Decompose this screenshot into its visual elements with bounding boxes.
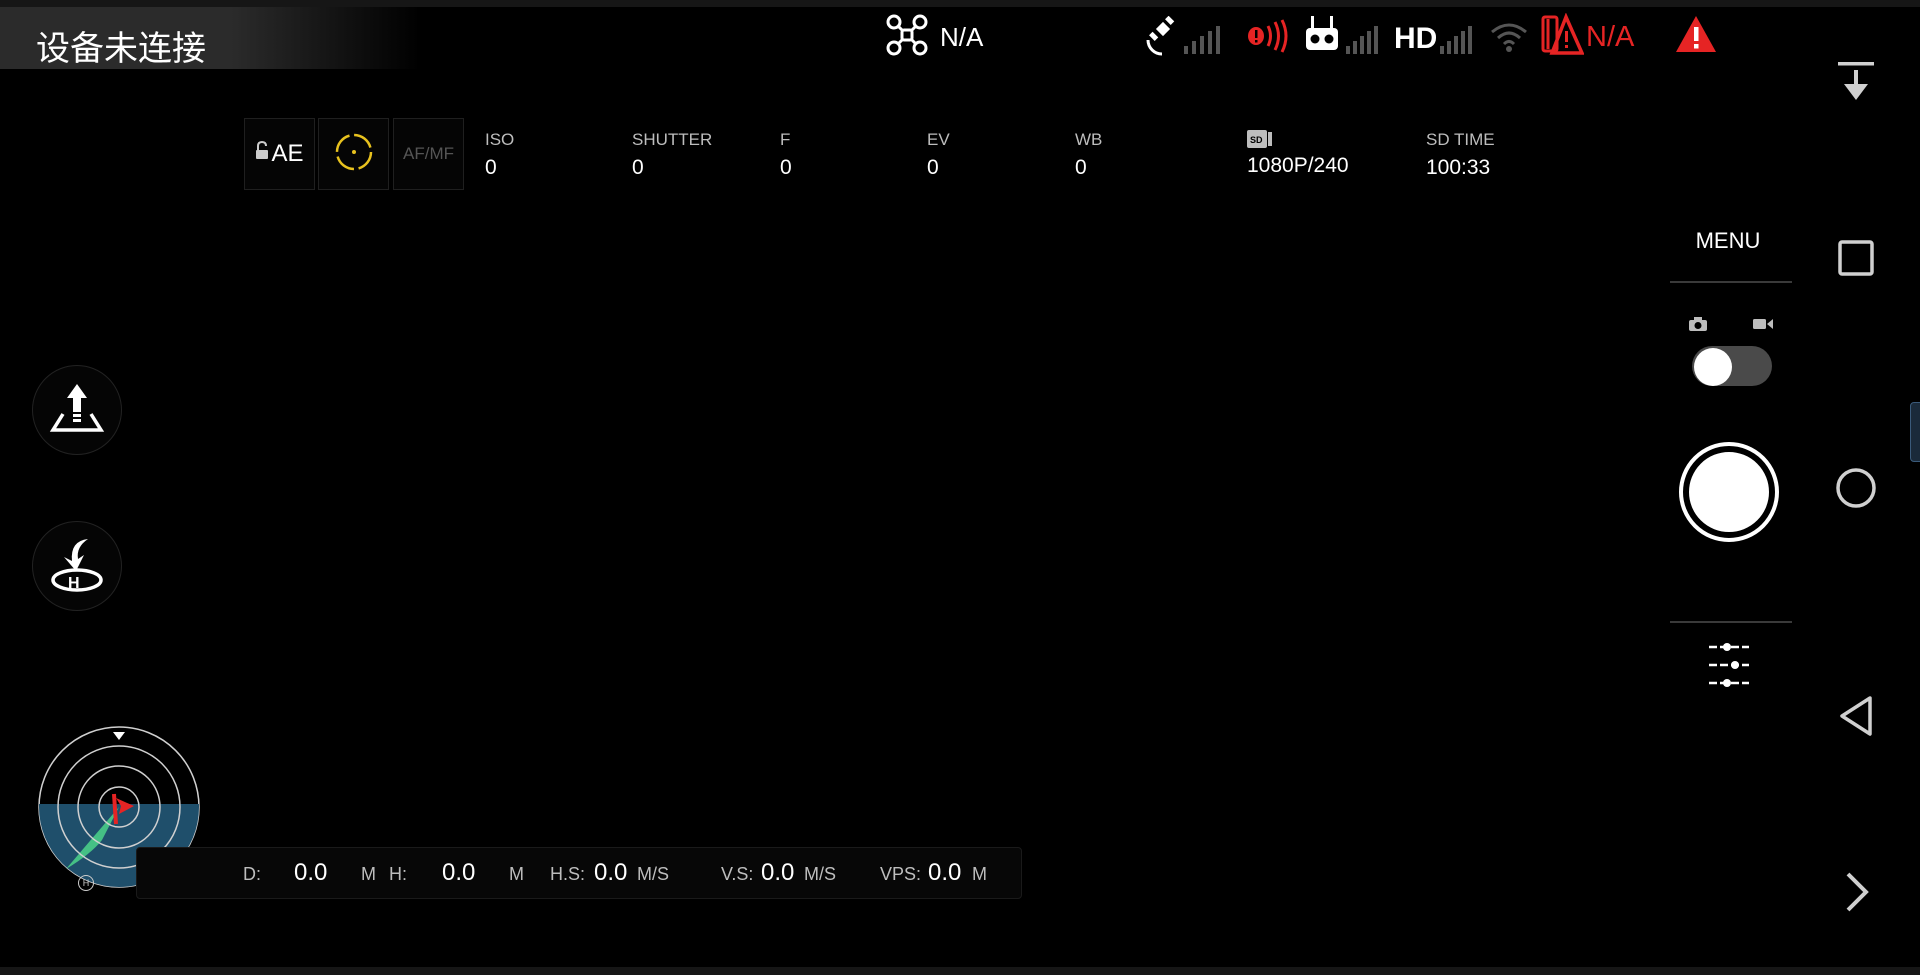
ae-label: AE — [271, 140, 304, 167]
distance-label: D: — [243, 864, 261, 884]
telemetry-bar: D: 0.0 M H: 0.0 M H.S: 0.0 M/S V.S: 0.0 … — [136, 847, 1022, 899]
aircraft-status[interactable]: N/A — [884, 12, 983, 62]
connection-status-text: 设备未连接 — [36, 29, 206, 69]
wb-label: WB — [1075, 130, 1103, 149]
chevron-right-icon[interactable] — [1838, 870, 1874, 914]
wb-param[interactable]: WB 0 — [1075, 130, 1102, 180]
unlock-icon — [255, 140, 269, 166]
battery-status[interactable]: N/A — [1540, 11, 1635, 62]
takeoff-icon — [49, 382, 105, 439]
home-marker-label: H — [82, 878, 90, 888]
drone-icon — [884, 12, 930, 63]
photo-mode-icon — [1688, 316, 1708, 337]
ev-label: EV — [927, 130, 950, 149]
return-home-icon: H — [48, 535, 106, 598]
video-mode-icon — [1752, 317, 1774, 336]
iso-param[interactable]: ISO 0 — [485, 130, 514, 180]
resolution-value: 1080P/240 — [1247, 154, 1349, 177]
signal-bars-icon — [1184, 26, 1222, 59]
focus-mode-button[interactable] — [318, 118, 389, 190]
f-value: 0 — [780, 156, 792, 179]
height-unit: M — [509, 864, 524, 884]
shutter-value: 0 — [632, 156, 644, 179]
height-value: 0.0 — [442, 859, 476, 886]
vspeed-value: 0.0 — [761, 859, 795, 886]
battery-warning-icon — [1540, 11, 1585, 62]
vps-value: 0.0 — [928, 859, 962, 886]
vps-unit: M — [972, 864, 987, 884]
ev-param[interactable]: EV 0 — [927, 130, 950, 180]
ev-value: 0 — [927, 156, 939, 179]
takeoff-button[interactable] — [32, 365, 122, 455]
vibration-alert-icon[interactable] — [1244, 18, 1288, 59]
f-label: F — [780, 130, 791, 149]
hspeed-value: 0.0 — [594, 859, 628, 886]
aircraft-status-text: N/A — [940, 21, 984, 52]
edge-panel-handle[interactable] — [1910, 402, 1920, 462]
bottom-edge — [0, 967, 1920, 975]
hspeed-unit: M/S — [637, 864, 670, 884]
back-icon[interactable] — [1836, 694, 1876, 738]
return-home-button[interactable]: H — [32, 521, 122, 611]
hd-signal-bars-icon — [1440, 26, 1472, 59]
connection-status: 设备未连接 — [0, 7, 420, 69]
sd-time-value: 100:33 — [1426, 156, 1491, 179]
distance-value: 0.0 — [294, 859, 328, 886]
warning-triangle-icon[interactable] — [1674, 14, 1718, 59]
toggle-knob — [1694, 348, 1732, 386]
sliders-icon — [1707, 643, 1751, 693]
wifi-icon[interactable] — [1490, 20, 1528, 59]
f-param[interactable]: F 0 — [780, 130, 792, 180]
distance-unit: M — [361, 864, 376, 884]
svg-text:H: H — [68, 575, 80, 592]
top-edge — [0, 0, 1920, 7]
vspeed-label: V.S: — [721, 864, 754, 884]
iso-label: ISO — [485, 130, 515, 149]
vps-label: VPS: — [880, 864, 922, 884]
satellite-icon — [1144, 15, 1184, 60]
camera-settings-button[interactable] — [1707, 641, 1751, 694]
hd-link-icon[interactable]: HD — [1394, 22, 1437, 56]
afmf-button[interactable]: AF/MF — [393, 118, 464, 190]
battery-status-text: N/A — [1586, 20, 1635, 53]
satellite-status[interactable] — [1144, 15, 1184, 61]
settings-divider — [1670, 621, 1792, 623]
shutter-label: SHUTTER — [632, 130, 713, 149]
sd-time-label: SD TIME — [1426, 130, 1495, 149]
menu-button[interactable]: MENU — [1670, 228, 1786, 254]
menu-divider — [1670, 281, 1792, 283]
shutter-button-inner — [1686, 449, 1772, 535]
sd-card-icon: SD — [1247, 130, 1349, 150]
resolution-param[interactable]: SD 1080P/240 — [1247, 130, 1349, 178]
ae-lock-button[interactable]: AE — [244, 118, 315, 190]
hspeed-label: H.S: — [550, 864, 586, 884]
remote-controller-icon[interactable] — [1304, 16, 1340, 61]
home-icon[interactable] — [1834, 466, 1878, 510]
afmf-label: AF/MF — [403, 144, 454, 163]
home-marker: H — [78, 875, 94, 891]
download-icon[interactable] — [1836, 58, 1876, 106]
svg-text:SD: SD — [1250, 135, 1263, 145]
wb-value: 0 — [1075, 156, 1087, 179]
recents-icon[interactable] — [1836, 238, 1876, 278]
iso-value: 0 — [485, 156, 497, 179]
focus-target-icon — [334, 132, 374, 177]
height-label: H: — [389, 864, 407, 884]
shutter-param[interactable]: SHUTTER 0 — [632, 130, 712, 180]
rc-signal-bars-icon — [1346, 26, 1378, 59]
sd-time-param: SD TIME 100:33 — [1426, 130, 1495, 180]
vspeed-unit: M/S — [804, 864, 837, 884]
